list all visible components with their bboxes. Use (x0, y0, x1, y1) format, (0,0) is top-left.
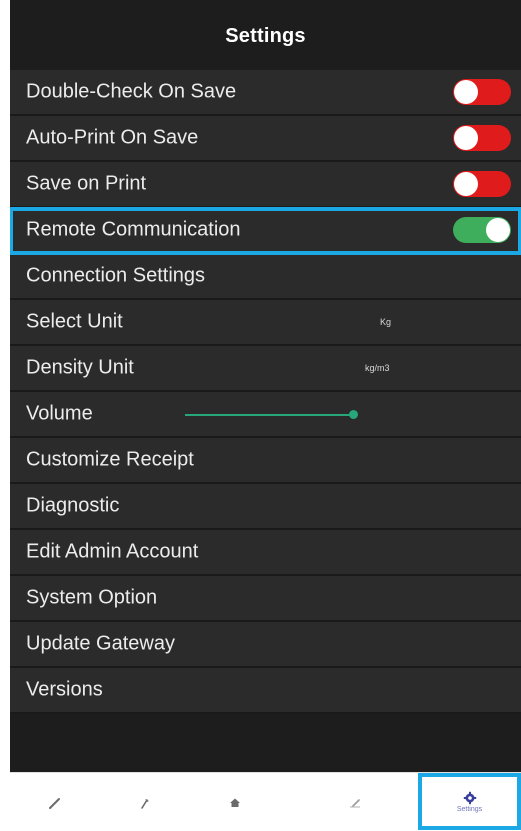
remote-communication-row[interactable]: Remote Communication (10, 207, 521, 255)
connection-settings-label: Connection Settings (26, 264, 206, 287)
volume-slider-thumb[interactable] (349, 410, 358, 419)
header: Settings (10, 0, 521, 72)
tab-pin[interactable] (100, 773, 190, 831)
volume-label: Volume (26, 402, 93, 425)
edit-admin-account-label: Edit Admin Account (26, 540, 199, 563)
connection-settings-row[interactable]: Connection Settings (10, 254, 521, 300)
double-check-toggle[interactable] (453, 79, 511, 105)
auto-print-toggle[interactable] (453, 125, 511, 151)
versions-label: Versions (26, 678, 103, 701)
tab-settings-label: Settings (456, 805, 483, 813)
update-gateway-label: Update Gateway (26, 632, 175, 655)
diagnostic-label: Diagnostic (26, 494, 120, 517)
remote-communication-toggle[interactable] (453, 217, 511, 243)
density-unit-value[interactable]: kg/m3 (365, 363, 390, 373)
settings-list: Double-Check On Save Auto-Print On Save … (10, 70, 521, 714)
update-gateway-row[interactable]: Update Gateway (10, 622, 521, 668)
toggle-knob (454, 172, 478, 196)
home-icon (230, 798, 240, 807)
pencil-icon (49, 797, 60, 809)
toggle-knob (454, 80, 478, 104)
density-unit-label: Density Unit (26, 356, 134, 379)
tab-settings[interactable]: Settings (418, 773, 521, 830)
edit-admin-account-row[interactable]: Edit Admin Account (10, 530, 521, 576)
auto-print-row[interactable]: Auto-Print On Save (10, 116, 521, 162)
customize-receipt-row[interactable]: Customize Receipt (10, 438, 521, 484)
volume-row: Volume (10, 392, 521, 438)
density-unit-row[interactable]: Density Unit kg/m3 (10, 346, 521, 392)
toggle-knob (454, 126, 478, 150)
system-option-label: System Option (26, 586, 158, 609)
double-check-row[interactable]: Double-Check On Save (10, 70, 521, 116)
versions-row[interactable]: Versions (10, 668, 521, 714)
pin-icon (141, 798, 149, 809)
tab-edit[interactable] (310, 773, 400, 831)
bottom-tab-bar: Settings (10, 772, 521, 831)
double-check-label: Double-Check On Save (26, 80, 237, 103)
customize-receipt-label: Customize Receipt (26, 448, 194, 471)
system-option-row[interactable]: System Option (10, 576, 521, 622)
gear-icon (463, 791, 476, 804)
diagnostic-row[interactable]: Diagnostic (10, 484, 521, 530)
save-on-print-label: Save on Print (26, 172, 147, 195)
toggle-knob (486, 218, 510, 242)
select-unit-value[interactable]: Kg (380, 317, 391, 327)
save-on-print-row[interactable]: Save on Print (10, 162, 521, 208)
edit-icon (350, 798, 360, 808)
auto-print-label: Auto-Print On Save (26, 126, 199, 149)
select-unit-row[interactable]: Select Unit Kg (10, 300, 521, 346)
remote-communication-label: Remote Communication (26, 218, 241, 241)
settings-screen: Settings Double-Check On Save Auto-Print… (10, 0, 521, 831)
volume-slider[interactable] (185, 410, 358, 419)
page-title: Settings (225, 24, 306, 47)
save-on-print-toggle[interactable] (453, 171, 511, 197)
select-unit-label: Select Unit (26, 310, 123, 333)
tab-pencil[interactable] (10, 773, 100, 831)
tab-home[interactable] (190, 773, 280, 831)
